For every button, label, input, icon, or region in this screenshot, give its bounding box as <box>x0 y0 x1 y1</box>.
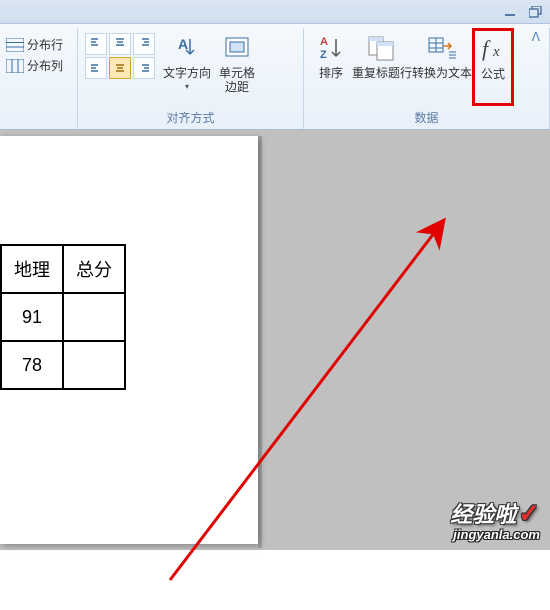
sort-label: 排序 <box>319 66 343 80</box>
table-header[interactable]: 地理 <box>1 245 63 293</box>
distribute-cols-button[interactable]: 分布列 <box>6 57 63 74</box>
formula-icon: fx <box>477 33 509 65</box>
convert-to-text-label: 转换为文本 <box>412 66 472 80</box>
cell-margin-button[interactable]: 单元格 边距 <box>212 30 262 96</box>
cell-margin-icon <box>221 32 253 64</box>
watermark-text: 经验啦 <box>450 497 516 529</box>
check-icon: ✓ <box>518 498 540 529</box>
table-row: 91 <box>1 293 125 341</box>
data-table[interactable]: 地理 总分 91 78 <box>0 244 126 390</box>
table-cell[interactable] <box>63 293 125 341</box>
sort-icon: AZ <box>315 32 347 64</box>
ribbon: ᐱ 分布行 分布列 <box>0 24 550 130</box>
sort-button[interactable]: AZ 排序 <box>310 30 352 82</box>
data-group: AZ 排序 重复标题行 转换为文本 <box>304 28 550 129</box>
align-mid-center[interactable] <box>109 57 131 79</box>
svg-text:f: f <box>482 36 491 61</box>
align-top-center[interactable] <box>109 33 131 55</box>
minimize-button[interactable] <box>502 5 518 19</box>
table-row: 地理 总分 <box>1 245 125 293</box>
repeat-header-button[interactable]: 重复标题行 <box>352 30 412 82</box>
align-top-right[interactable] <box>133 33 155 55</box>
distribute-rows-icon <box>6 38 24 52</box>
repeat-header-icon <box>366 32 398 64</box>
convert-to-text-icon <box>426 32 458 64</box>
distribute-rows-button[interactable]: 分布行 <box>6 36 63 53</box>
distribute-cols-icon <box>6 59 24 73</box>
formula-button[interactable]: fx 公式 <box>472 28 514 106</box>
cell-margin-label: 单元格 边距 <box>219 66 255 94</box>
document-page: 地理 总分 91 78 <box>0 136 258 544</box>
distribute-group: 分布行 分布列 <box>0 28 78 129</box>
distribute-rows-label: 分布行 <box>27 36 63 53</box>
table-cell[interactable] <box>63 341 125 389</box>
titlebar <box>0 0 550 24</box>
collapse-ribbon-icon[interactable]: ᐱ <box>532 30 540 44</box>
repeat-header-label: 重复标题行 <box>352 66 412 80</box>
svg-text:x: x <box>492 44 500 60</box>
watermark-url: jingyanla.com <box>450 527 540 542</box>
alignment-group: A 文字方向 ▾ 单元格 边距 对齐方式 <box>78 28 304 129</box>
table-row: 78 <box>1 341 125 389</box>
distribute-cols-label: 分布列 <box>27 57 63 74</box>
convert-to-text-button[interactable]: 转换为文本 <box>412 30 472 82</box>
text-direction-button[interactable]: A 文字方向 ▾ <box>162 30 212 93</box>
align-mid-right[interactable] <box>133 57 155 79</box>
alignment-group-label: 对齐方式 <box>84 107 297 129</box>
distribute-group-label <box>6 110 71 129</box>
alignment-grid <box>84 32 156 80</box>
restore-button[interactable] <box>528 5 544 19</box>
table-cell[interactable]: 91 <box>1 293 63 341</box>
chevron-down-icon: ▾ <box>185 82 189 91</box>
data-group-label: 数据 <box>310 107 543 129</box>
workspace: 地理 总分 91 78 经验啦 ✓ jingyanla.com <box>0 130 550 550</box>
align-top-left[interactable] <box>85 33 107 55</box>
table-header[interactable]: 总分 <box>63 245 125 293</box>
formula-label: 公式 <box>481 67 505 81</box>
text-direction-label: 文字方向 <box>163 66 211 80</box>
svg-text:A: A <box>320 36 328 48</box>
svg-text:Z: Z <box>320 49 327 61</box>
text-direction-icon: A <box>171 32 203 64</box>
table-cell[interactable]: 78 <box>1 341 63 389</box>
watermark: 经验啦 ✓ jingyanla.com <box>450 497 540 542</box>
align-mid-left[interactable] <box>85 57 107 79</box>
